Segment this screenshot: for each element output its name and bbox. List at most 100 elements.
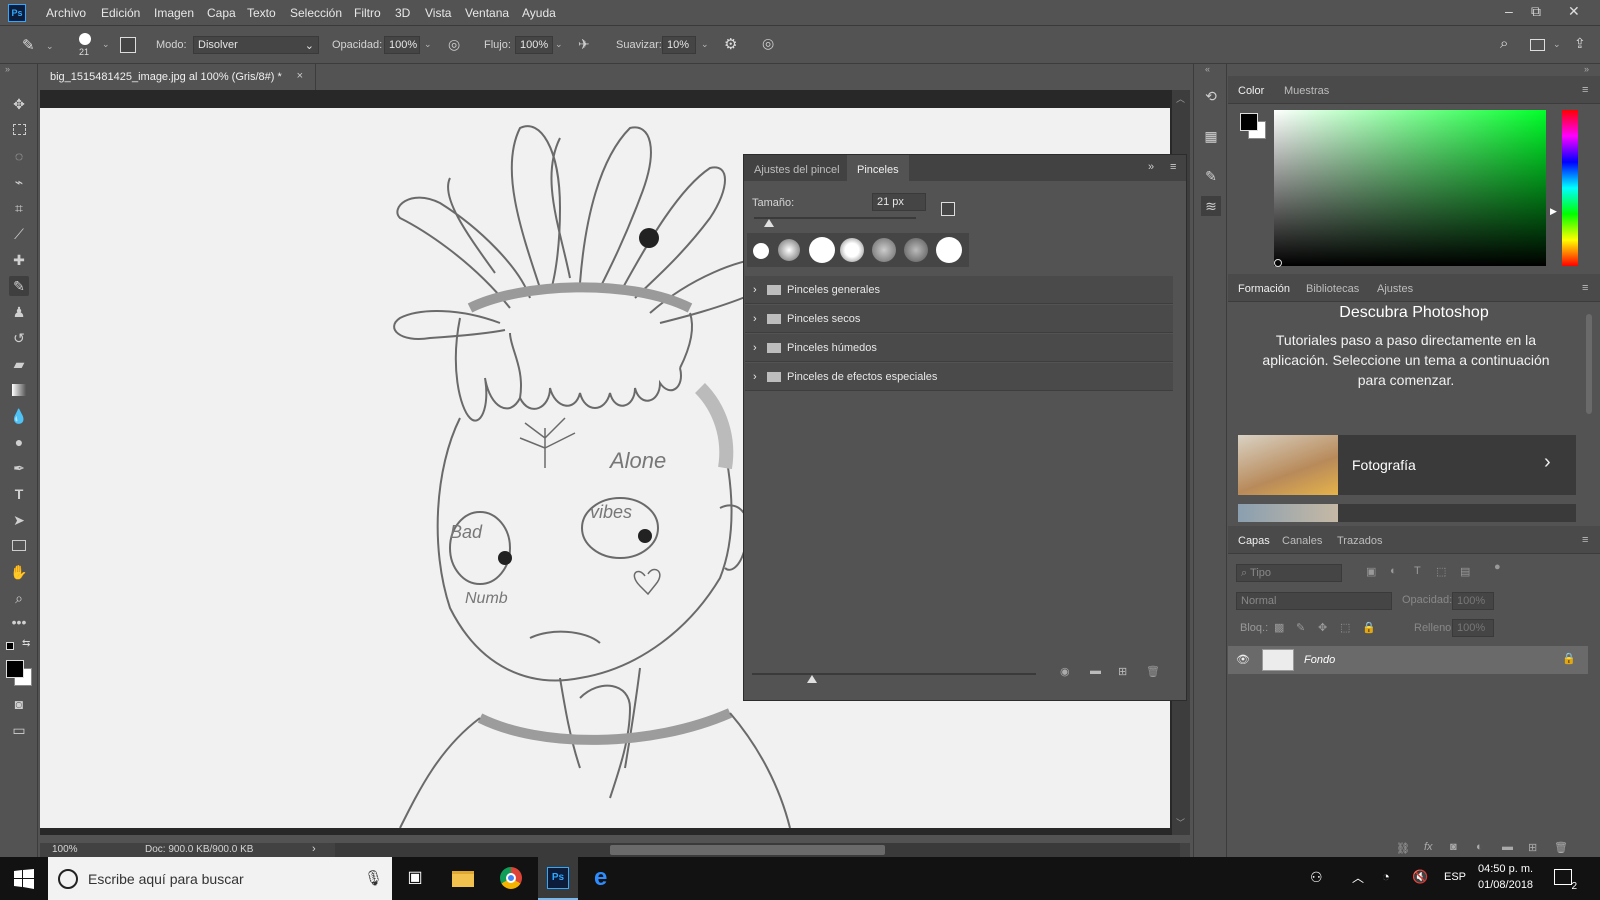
brushes-panel-icon[interactable]: ≋ <box>1201 196 1221 216</box>
microphone-icon[interactable]: 🎙 <box>364 869 383 887</box>
zoom-level[interactable]: 100% <box>52 844 78 855</box>
group-folder-icon[interactable]: ▬ <box>1502 841 1513 853</box>
menu-ayuda[interactable]: Ayuda <box>522 6 556 20</box>
collapse-right-icon[interactable]: » <box>1584 64 1589 74</box>
layer-filter-field[interactable]: ⌕ Tipo <box>1236 564 1342 582</box>
adjustment-layer-icon[interactable]: ◐ <box>1476 841 1483 853</box>
delete-layer-icon[interactable]: 🗑 <box>1554 841 1568 854</box>
menu-3d[interactable]: 3D <box>395 6 410 20</box>
filter-type-icon[interactable]: T <box>1414 565 1421 577</box>
wifi-icon[interactable]: ◔ <box>1382 869 1390 884</box>
eyedropper-tool-icon[interactable]: ⟋ <box>9 224 29 244</box>
lock-all-icon[interactable]: 🔒 <box>1362 621 1376 634</box>
flow-chevron-icon[interactable]: ⌄ <box>555 39 563 50</box>
close-document-icon[interactable]: × <box>297 70 303 82</box>
hand-tool-icon[interactable]: ✋ <box>9 562 29 582</box>
brush-tip-3[interactable] <box>809 237 835 263</box>
healing-brush-tool-icon[interactable]: ✚ <box>9 250 29 270</box>
folder-wet[interactable]: › Pinceles húmedos <box>745 334 1173 362</box>
chrome-icon[interactable] <box>500 867 524 891</box>
default-colors-icon[interactable] <box>6 642 14 650</box>
filter-toggle-icon[interactable]: ● <box>1494 561 1501 573</box>
crop-tool-icon[interactable]: ⌗ <box>9 198 29 218</box>
brush-tip-4[interactable] <box>840 238 864 262</box>
opacity-field[interactable]: 100% <box>384 36 420 54</box>
taskbar-search-box[interactable]: Escribe aquí para buscar 🎙 <box>48 857 392 900</box>
people-icon[interactable]: ⚇ <box>1310 869 1323 886</box>
action-center-icon[interactable]: 2 <box>1554 869 1577 892</box>
brush-tool-icon[interactable]: ✎ <box>22 36 35 54</box>
brush-settings-panel-icon[interactable]: ✎ <box>1201 166 1221 186</box>
tab-learn[interactable]: Formación <box>1238 283 1290 295</box>
visibility-toggle-icon[interactable]: ◉ <box>1060 665 1070 678</box>
hue-slider[interactable] <box>1562 110 1578 266</box>
pressure-opacity-icon[interactable]: ◎ <box>448 36 460 53</box>
learn-scroll-thumb[interactable] <box>1586 314 1592 414</box>
clock-date[interactable]: 01/08/2018 <box>1478 879 1533 891</box>
language-indicator[interactable]: ESP <box>1444 871 1466 883</box>
menu-seleccion[interactable]: Selección <box>290 6 342 20</box>
rectangle-tool-icon[interactable] <box>9 536 29 556</box>
blend-mode-select[interactable]: Normal <box>1236 592 1392 610</box>
airbrush-icon[interactable]: ✈ <box>578 36 590 53</box>
preview-size-slider-track[interactable] <box>752 673 1036 675</box>
task-view-icon[interactable]: ▣ <box>403 867 427 891</box>
menu-archivo[interactable]: Archivo <box>46 6 86 20</box>
lock-transparent-icon[interactable]: ▩ <box>1274 621 1284 634</box>
layer-row-fondo[interactable]: 👁 Fondo 🔒 <box>1228 646 1588 674</box>
panel-menu-icon[interactable]: ≡ <box>1582 534 1588 546</box>
share-icon[interactable]: ⇪ <box>1574 35 1586 52</box>
new-folder-icon[interactable]: ▬ <box>1090 665 1101 677</box>
link-layers-icon[interactable]: ⛓ <box>1396 842 1410 855</box>
foreground-color-swatch[interactable] <box>6 660 24 678</box>
menu-filtro[interactable]: Filtro <box>354 6 381 20</box>
workspace-icon[interactable] <box>1530 39 1545 51</box>
panel-menu-icon[interactable]: ≡ <box>1582 282 1588 294</box>
restore-icon[interactable]: ⧉ <box>1531 3 1541 20</box>
eraser-tool-icon[interactable]: ▰ <box>9 354 29 374</box>
tool-preset-chevron-icon[interactable]: ⌄ <box>46 41 54 52</box>
quick-mask-icon[interactable]: ◙ <box>9 694 29 714</box>
chevron-right-icon[interactable]: › <box>1544 451 1551 474</box>
pen-tool-icon[interactable]: ✒ <box>9 458 29 478</box>
eye-icon[interactable]: 👁 <box>1236 653 1250 666</box>
path-selection-tool-icon[interactable]: ➤ <box>9 510 29 530</box>
preview-size-slider-handle[interactable] <box>807 675 817 683</box>
horizontal-scroll-thumb[interactable] <box>610 845 885 855</box>
menu-edicion[interactable]: Edición <box>101 6 140 20</box>
collapse-panel-icon[interactable]: » <box>1148 161 1154 173</box>
brush-edit-icon[interactable] <box>941 202 955 216</box>
lock-position-icon[interactable]: ✥ <box>1318 621 1327 634</box>
status-arrow-icon[interactable]: › <box>312 843 316 855</box>
edge-icon[interactable]: e <box>594 866 618 891</box>
layer-opacity-field[interactable]: 100% <box>1452 592 1494 610</box>
history-panel-icon[interactable]: ⟲ <box>1201 86 1221 106</box>
menu-texto[interactable]: Texto <box>247 6 276 20</box>
chevron-right-icon[interactable]: › <box>753 284 757 296</box>
windows-start-icon[interactable] <box>12 867 36 891</box>
history-brush-tool-icon[interactable]: ↺ <box>9 328 29 348</box>
size-slider-handle[interactable] <box>764 219 774 227</box>
brush-tip-1[interactable] <box>753 243 769 259</box>
panel-menu-icon[interactable]: ≡ <box>1582 84 1588 96</box>
minimize-icon[interactable]: – <box>1505 3 1513 19</box>
menu-capa[interactable]: Capa <box>207 6 236 20</box>
mode-select[interactable]: Disolver ⌄ <box>193 36 319 54</box>
volume-muted-icon[interactable]: 🔇 <box>1412 869 1428 885</box>
quick-selection-tool-icon[interactable]: ⌁ <box>9 172 29 192</box>
lock-artboard-icon[interactable]: ⬚ <box>1340 621 1350 634</box>
menu-imagen[interactable]: Imagen <box>154 6 194 20</box>
gear-icon[interactable]: ⚙ <box>724 35 737 53</box>
smoothing-chevron-icon[interactable]: ⌄ <box>701 39 709 50</box>
filter-shape-icon[interactable]: ⬚ <box>1436 565 1446 578</box>
lock-image-icon[interactable]: ✎ <box>1296 621 1305 634</box>
tab-libraries[interactable]: Bibliotecas <box>1306 283 1359 295</box>
scroll-down-icon[interactable]: ﹀ <box>1176 816 1185 829</box>
workspace-chevron-icon[interactable]: ⌄ <box>1553 39 1561 50</box>
move-tool-icon[interactable]: ✥ <box>9 94 29 114</box>
brush-tip-6[interactable] <box>904 238 928 262</box>
fx-icon[interactable]: fx <box>1424 841 1433 853</box>
marquee-tool-icon[interactable] <box>9 120 29 140</box>
chevron-right-icon[interactable]: › <box>753 342 757 354</box>
pressure-size-icon[interactable]: ◎ <box>762 35 774 52</box>
